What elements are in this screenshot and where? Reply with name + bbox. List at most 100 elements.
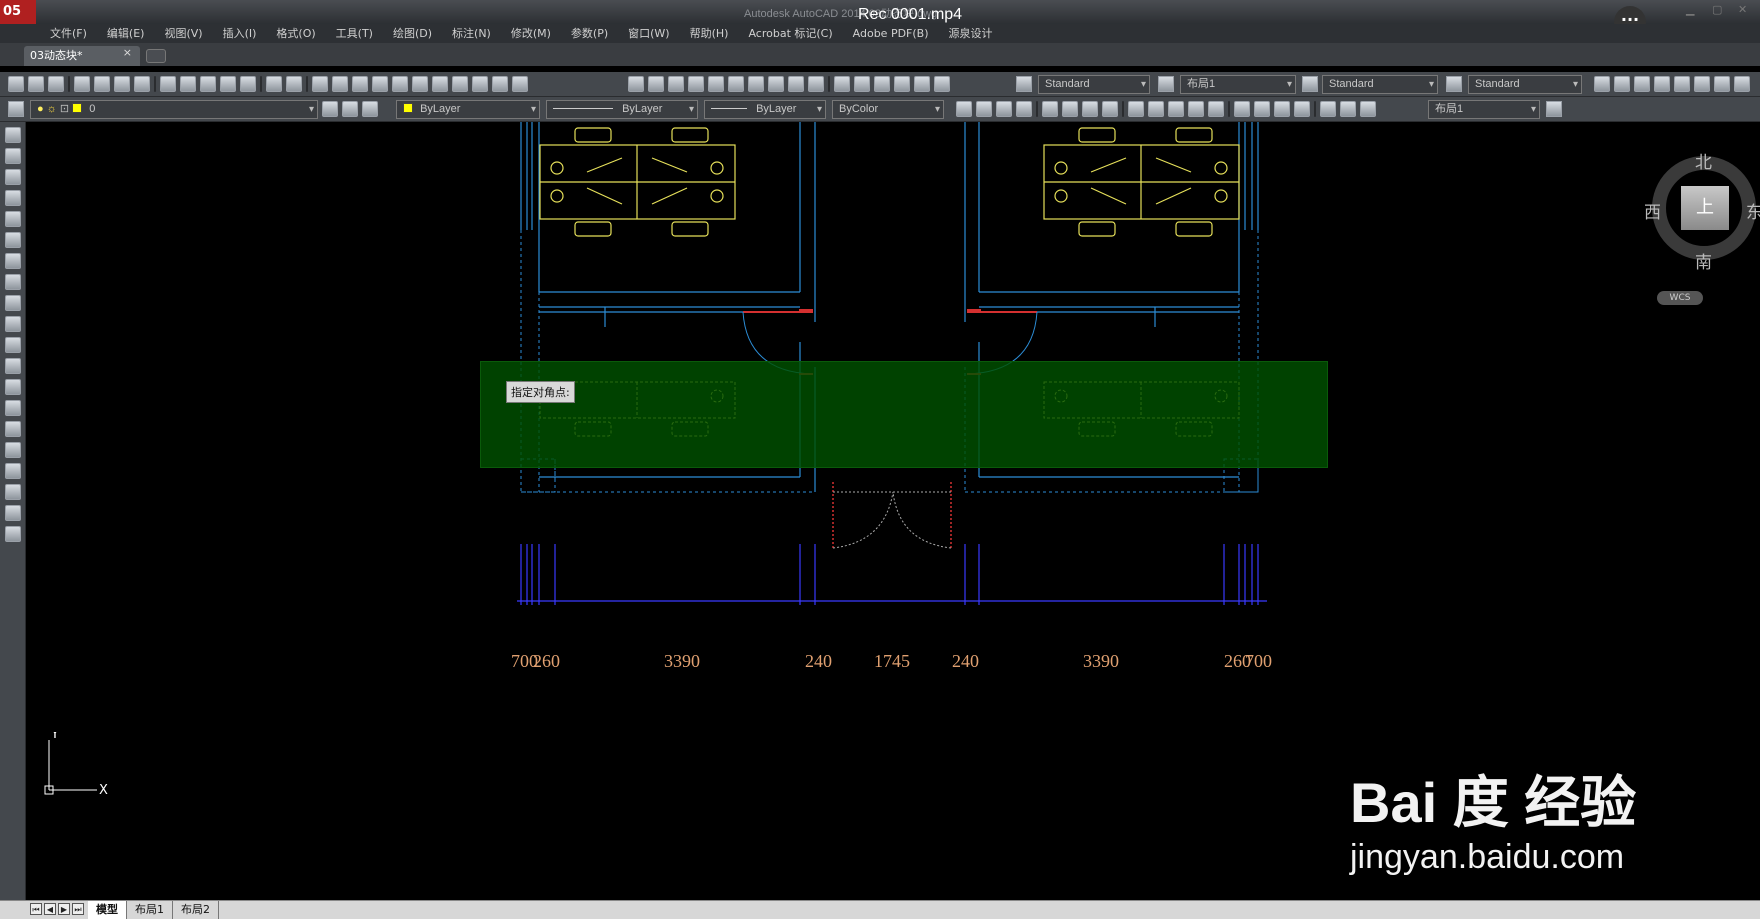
layer-tool-7-icon[interactable]	[748, 76, 764, 92]
layer-tool-3-icon[interactable]	[668, 76, 684, 92]
menu-tools[interactable]: 工具(T)	[336, 24, 373, 43]
layer-tool-10-icon[interactable]	[808, 76, 824, 92]
erase-icon[interactable]	[1594, 76, 1610, 92]
last-layout-icon[interactable]: ⏭	[72, 903, 84, 915]
menu-draw[interactable]: 绘图(D)	[393, 24, 432, 43]
line-icon[interactable]	[5, 127, 21, 143]
paste-icon[interactable]	[200, 76, 216, 92]
undo-icon[interactable]	[266, 76, 282, 92]
layer-tool-2-icon[interactable]	[648, 76, 664, 92]
close-tab-icon[interactable]: ×	[123, 46, 132, 59]
linear-dim-icon[interactable]	[956, 101, 972, 117]
next-layout-icon[interactable]: ▶	[58, 903, 70, 915]
menu-adobe-pdf[interactable]: Adobe PDF(B)	[853, 24, 929, 43]
plot-preview-icon[interactable]	[94, 76, 110, 92]
menu-file[interactable]: 文件(F)	[50, 24, 87, 43]
file-tab[interactable]: 03动态块* ×	[24, 46, 140, 66]
layer-dropdown[interactable]: ● ☼ ⊡ 0	[30, 100, 318, 119]
rectangle-icon[interactable]	[5, 211, 21, 227]
table-style-dropdown[interactable]: Standard	[1322, 75, 1438, 94]
dim-edit-icon[interactable]	[1320, 101, 1336, 117]
close-icon[interactable]: ✕	[1738, 3, 1754, 17]
viewcube-top-face[interactable]: 上	[1681, 186, 1729, 230]
dim-layout-dropdown[interactable]: 布局1	[1428, 100, 1540, 119]
insert-block-icon[interactable]	[5, 358, 21, 374]
tab-layout1[interactable]: 布局1	[127, 901, 173, 919]
menu-yuanquan[interactable]: 源泉设计	[949, 24, 993, 43]
menu-format[interactable]: 格式(O)	[276, 24, 315, 43]
move-icon[interactable]	[1694, 76, 1710, 92]
layer-tool-8-icon[interactable]	[768, 76, 784, 92]
jogged-linear-icon[interactable]	[1294, 101, 1310, 117]
copy-object-icon[interactable]	[1614, 76, 1630, 92]
new-icon[interactable]	[8, 76, 24, 92]
menu-modify[interactable]: 修改(M)	[511, 24, 551, 43]
block-tool-2-icon[interactable]	[854, 76, 870, 92]
ellipse-icon[interactable]	[5, 316, 21, 332]
tab-model[interactable]: 模型	[88, 901, 127, 919]
compass-north[interactable]: 北	[1695, 148, 1712, 173]
menu-parametric[interactable]: 参数(P)	[571, 24, 608, 43]
arc-length-icon[interactable]	[996, 101, 1012, 117]
copy-icon[interactable]	[180, 76, 196, 92]
plot-icon[interactable]	[74, 76, 90, 92]
layer-tool-9-icon[interactable]	[788, 76, 804, 92]
table-icon[interactable]	[5, 484, 21, 500]
pan-icon[interactable]	[312, 76, 328, 92]
multileader-style-dropdown[interactable]: Standard	[1468, 75, 1582, 94]
properties-icon[interactable]	[392, 76, 408, 92]
array-icon[interactable]	[1674, 76, 1690, 92]
aligned-dim-icon[interactable]	[976, 101, 992, 117]
make-block-icon[interactable]	[5, 379, 21, 395]
first-layout-icon[interactable]: ⏮	[30, 903, 42, 915]
dim-style-manager-icon[interactable]	[1546, 101, 1562, 117]
layer-tool-5-icon[interactable]	[708, 76, 724, 92]
viewcube[interactable]: 上 北 南 西 东	[1644, 148, 1760, 273]
design-center-icon[interactable]	[412, 76, 428, 92]
revision-cloud-icon[interactable]	[5, 274, 21, 290]
menu-acrobat[interactable]: Acrobat 标记(C)	[748, 24, 832, 43]
angular-icon[interactable]	[1102, 101, 1118, 117]
save-icon[interactable]	[48, 76, 64, 92]
cut-icon[interactable]	[160, 76, 176, 92]
plot-style-dropdown[interactable]: ByColor	[832, 100, 944, 119]
layer-tool-1-icon[interactable]	[628, 76, 644, 92]
inspection-icon[interactable]	[1274, 101, 1290, 117]
menu-dimension[interactable]: 标注(N)	[452, 24, 491, 43]
multiline-text-icon[interactable]	[5, 505, 21, 521]
dim-style-icon[interactable]	[1158, 76, 1174, 92]
polyline-icon[interactable]	[5, 169, 21, 185]
block-tool-5-icon[interactable]	[914, 76, 930, 92]
wcs-menu[interactable]: WCS	[1657, 291, 1703, 305]
menu-edit[interactable]: 编辑(E)	[107, 24, 145, 43]
block-tool-3-icon[interactable]	[874, 76, 890, 92]
point-icon[interactable]	[5, 400, 21, 416]
zoom-window-icon[interactable]	[352, 76, 368, 92]
arc-icon[interactable]	[5, 232, 21, 248]
markup-icon[interactable]	[472, 76, 488, 92]
compass-east[interactable]: 东	[1746, 198, 1760, 223]
compass-west[interactable]: 西	[1644, 198, 1661, 223]
block-editor-icon[interactable]	[240, 76, 256, 92]
layer-states-icon[interactable]	[362, 101, 378, 117]
tolerance-icon[interactable]	[1234, 101, 1250, 117]
compass-south[interactable]: 南	[1695, 248, 1712, 273]
polygon-icon[interactable]	[5, 190, 21, 206]
dim-break-icon[interactable]	[1208, 101, 1224, 117]
spline-icon[interactable]	[5, 295, 21, 311]
block-tool-1-icon[interactable]	[834, 76, 850, 92]
dim-space-icon[interactable]	[1188, 101, 1204, 117]
layer-tool-6-icon[interactable]	[728, 76, 744, 92]
tab-layout2[interactable]: 布局2	[173, 901, 219, 919]
continue-icon[interactable]	[1168, 101, 1184, 117]
sheet-set-icon[interactable]	[452, 76, 468, 92]
minimize-icon[interactable]: ▁	[1686, 3, 1702, 17]
block-tool-4-icon[interactable]	[894, 76, 910, 92]
gradient-icon[interactable]	[5, 442, 21, 458]
multileader-style-icon[interactable]	[1446, 76, 1462, 92]
region-icon[interactable]	[5, 463, 21, 479]
diameter-icon[interactable]	[1082, 101, 1098, 117]
layer-properties-icon[interactable]	[8, 101, 24, 117]
construction-line-icon[interactable]	[5, 148, 21, 164]
dim-update-icon[interactable]	[1360, 101, 1376, 117]
